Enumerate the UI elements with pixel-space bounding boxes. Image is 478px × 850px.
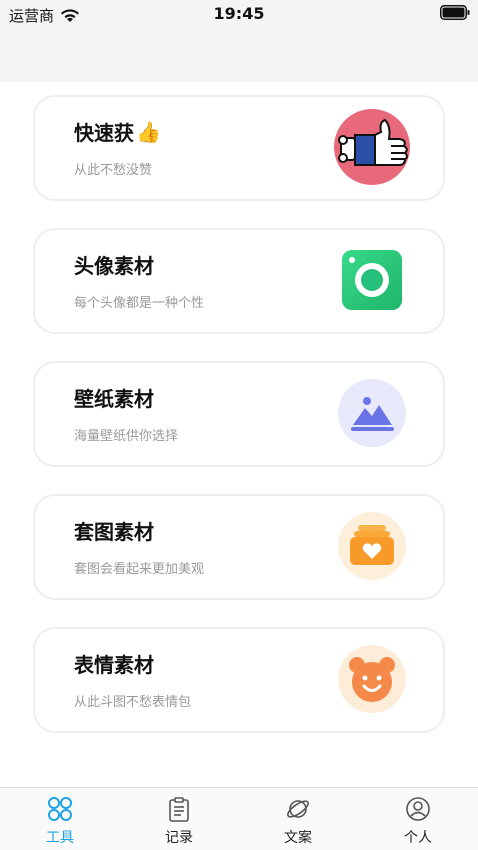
card-emoji-materials[interactable]: 表情素材 从此斗图不愁表情包: [33, 627, 445, 733]
grid-circles-icon: [48, 797, 72, 821]
thumbs-up-icon: [334, 109, 410, 185]
card-title: 表情素材: [74, 653, 154, 677]
card-subtitle: 从此斗图不愁表情包: [74, 695, 192, 710]
tab-label: 个人: [404, 830, 432, 846]
landscape-icon: [338, 379, 406, 447]
card-title: 快速获 👍: [74, 117, 161, 146]
tab-profile[interactable]: 个人: [383, 796, 453, 848]
user-icon: [406, 797, 430, 821]
card-quick-likes[interactable]: 快速获 👍 从此不愁没赞: [33, 95, 445, 201]
tools-list: 快速获 👍 从此不愁没赞 头像素材 每个头像都是一种个性 壁纸素材 海量壁纸供你…: [0, 82, 478, 787]
card-title: 套图素材: [74, 520, 154, 544]
tab-tools[interactable]: 工具: [25, 796, 95, 848]
card-subtitle: 从此不愁没赞: [74, 163, 153, 178]
clock: 19:45: [213, 4, 265, 23]
tab-label: 文案: [284, 830, 312, 846]
tab-records[interactable]: 记录: [144, 796, 214, 848]
card-set-images[interactable]: 套图素材 套图会看起来更加美观: [33, 494, 445, 600]
bottom-tab-bar: 工具 记录 文案 个人: [0, 787, 478, 850]
card-subtitle: 海量壁纸供你选择: [74, 429, 179, 444]
card-title: 头像素材: [74, 254, 154, 278]
planet-icon: [287, 800, 309, 818]
clipboard-icon: [169, 797, 189, 822]
card-subtitle: 套图会看起来更加美观: [74, 562, 205, 577]
thumbs-up-emoji: 👍: [136, 119, 161, 144]
status-bar: 运营商 19:45: [0, 0, 478, 82]
camera-icon: [342, 250, 402, 310]
battery-icon: [440, 5, 470, 20]
card-subtitle: 每个头像都是一种个性: [74, 296, 205, 311]
card-avatar-materials[interactable]: 头像素材 每个头像都是一种个性: [33, 228, 445, 334]
card-title: 壁纸素材: [74, 387, 154, 411]
tab-label: 记录: [165, 830, 193, 846]
tab-label: 工具: [46, 830, 74, 846]
heart-album-icon: [338, 512, 406, 580]
tab-copywriting[interactable]: 文案: [263, 796, 333, 848]
card-title-text: 快速获: [74, 121, 134, 145]
bear-face-icon: [338, 645, 406, 713]
card-wallpaper-materials[interactable]: 壁纸素材 海量壁纸供你选择: [33, 361, 445, 467]
